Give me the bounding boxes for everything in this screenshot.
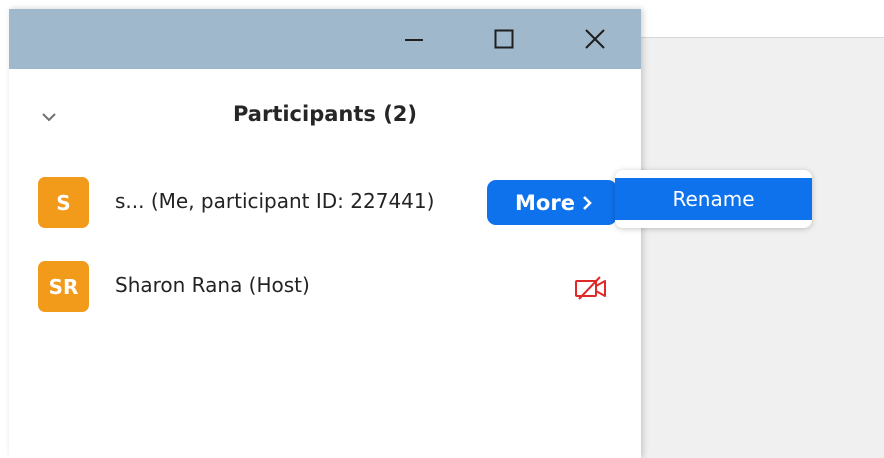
more-button[interactable]: More: [487, 180, 617, 225]
maximize-icon: [494, 29, 514, 49]
chevron-right-icon: [583, 195, 592, 210]
avatar: S: [38, 177, 89, 228]
video-off-icon: [575, 276, 606, 300]
close-button[interactable]: [572, 9, 618, 69]
avatar: SR: [38, 261, 89, 312]
background-area: [641, 37, 884, 458]
window-titlebar: [9, 9, 641, 69]
participants-header: Participants (2): [9, 69, 641, 159]
panel-title: Participants (2): [232, 102, 418, 126]
more-button-label: More: [515, 190, 575, 215]
close-icon: [585, 29, 605, 49]
participant-name: Sharon Rana (Host): [115, 273, 310, 297]
maximize-button[interactable]: [481, 9, 527, 69]
participant-row[interactable]: SR Sharon Rana (Host): [9, 257, 641, 313]
context-menu: Rename: [615, 170, 812, 228]
minimize-button[interactable]: [391, 9, 437, 69]
participants-window: Participants (2) S s... (Me, participant…: [9, 9, 641, 458]
menu-item-rename[interactable]: Rename: [615, 178, 812, 220]
screen: Participants (2) S s... (Me, participant…: [0, 0, 884, 458]
participant-name: s... (Me, participant ID: 227441): [115, 189, 435, 213]
participant-row[interactable]: S s... (Me, participant ID: 227441) More: [9, 173, 641, 229]
minimize-icon: [405, 39, 423, 41]
